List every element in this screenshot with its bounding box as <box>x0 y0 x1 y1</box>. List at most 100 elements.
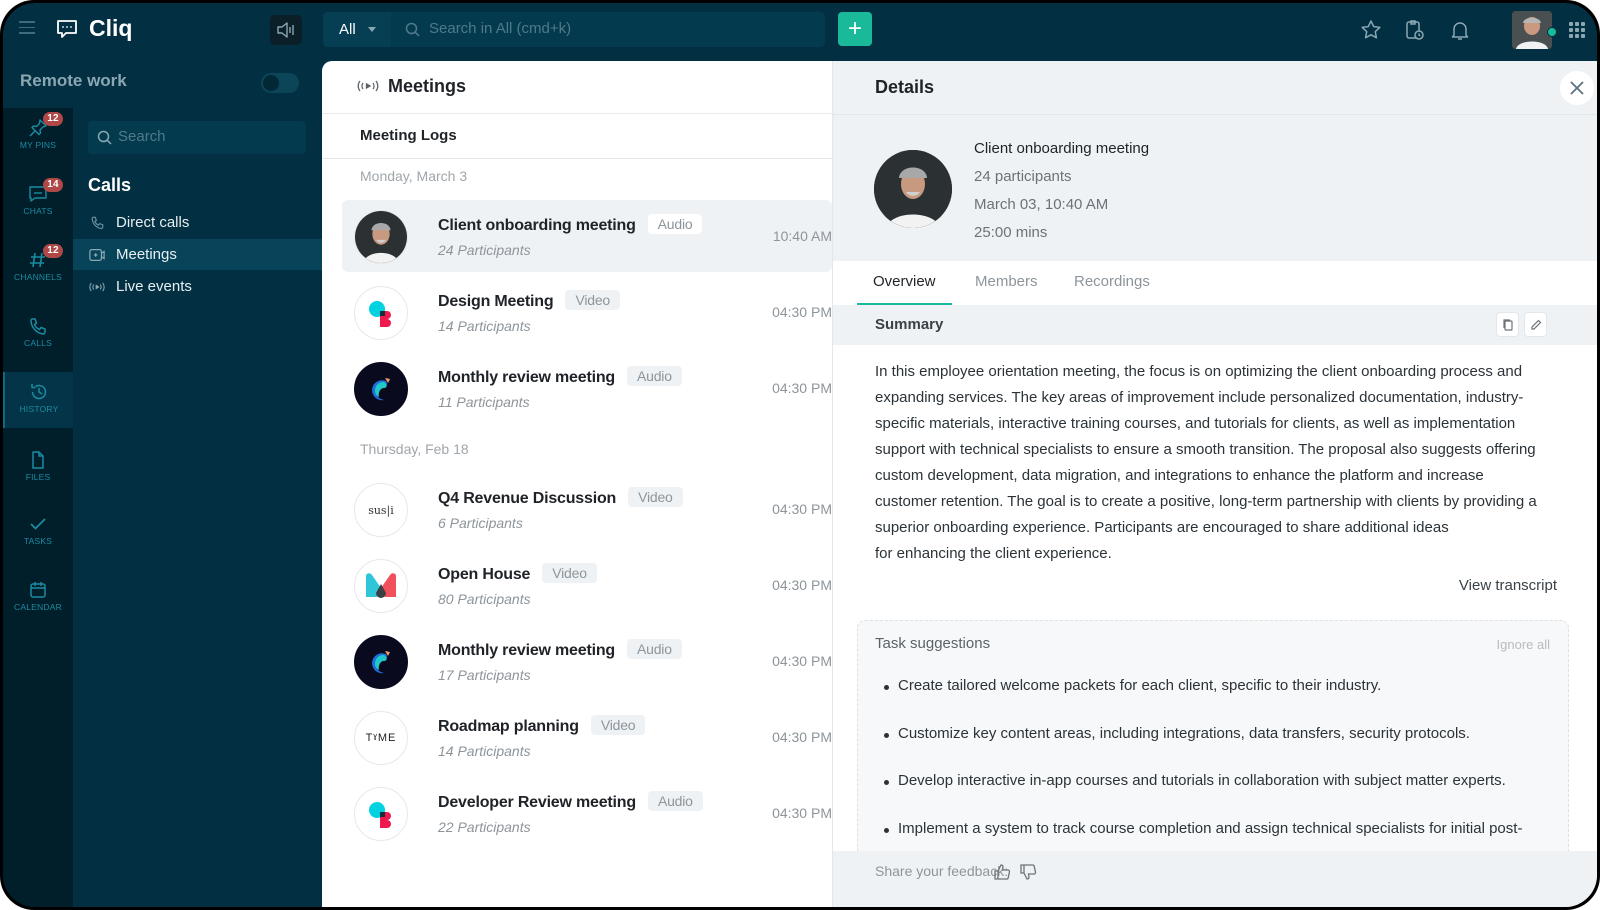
overview-content: In this employee orientation meeting, th… <box>833 345 1597 860</box>
apps-grid-icon[interactable] <box>1569 22 1585 38</box>
phone-icon <box>91 216 103 230</box>
star-icon[interactable] <box>1359 18 1383 42</box>
section-title: Calls <box>88 175 132 195</box>
meetings-panel: Meetings Meeting Logs Monday, March 3 Cl… <box>322 61 832 907</box>
thumbs-down-icon[interactable] <box>1019 863 1037 881</box>
tab-members[interactable]: Members <box>959 261 1054 305</box>
meeting-name: Roadmap planning Video <box>438 715 646 736</box>
rail-item-chats[interactable]: 14 CHATS <box>3 174 73 236</box>
meeting-type-badge: Audio <box>647 791 703 811</box>
badge-channels: 12 <box>43 244 63 258</box>
meeting-type-badge: Audio <box>647 214 703 234</box>
task-suggestion-item[interactable]: Develop interactive in-app courses and t… <box>882 772 1522 820</box>
copy-button[interactable] <box>1496 312 1519 337</box>
sidebar-search[interactable]: Search <box>88 121 306 154</box>
close-button[interactable] <box>1560 71 1594 105</box>
meeting-row[interactable]: Developer Review meeting Audio 22 Partici… <box>342 777 832 849</box>
rail-label: TASKS <box>23 536 53 546</box>
meeting-row[interactable]: Design Meeting Video 14 Participants 04:3… <box>342 276 832 348</box>
edit-button[interactable] <box>1524 312 1547 337</box>
meeting-participants: 80 Participants <box>438 591 531 607</box>
view-transcript-link[interactable]: View transcript <box>1459 577 1557 594</box>
calendar-icon <box>30 582 46 598</box>
meeting-row[interactable]: Monthly review meeting Audio 11 Participa… <box>342 352 832 424</box>
meeting-name: Client onboarding meeting <box>974 140 1150 157</box>
search-scope-dropdown[interactable]: All <box>323 12 391 47</box>
rail-label: FILES <box>25 472 51 482</box>
nav-rail-column: 12 MY PINS 14 CHATS 12 CHANNELS CALLS HI… <box>3 108 73 907</box>
meeting-row[interactable]: sus|i Q4 Revenue Discussion Video 6 Parti… <box>342 473 832 545</box>
bell-icon[interactable] <box>1448 18 1472 42</box>
meeting-type-badge: Video <box>590 715 646 735</box>
tab-overview[interactable]: Overview <box>857 261 952 305</box>
copy-icon <box>1502 319 1513 331</box>
meeting-row[interactable]: TˠME Roadmap planning Video 14 Participan… <box>342 701 832 773</box>
sidebar-item-live-events[interactable]: Live events <box>73 271 323 302</box>
tyme-logo-avatar: TˠME <box>354 711 408 765</box>
rail-item-calendar[interactable]: CALENDAR <box>3 570 73 632</box>
add-button[interactable]: + <box>838 12 872 46</box>
task-suggestion-item[interactable]: Create tailored welcome packets for each… <box>882 677 1522 725</box>
close-icon <box>1570 81 1584 95</box>
rail-item-tasks[interactable]: TASKS <box>3 504 73 566</box>
task-suggestions-box: Task suggestions Ignore all Create tailo… <box>857 620 1569 860</box>
meeting-type-badge: Audio <box>626 366 682 386</box>
meeting-name: Q4 Revenue Discussion Video <box>438 487 683 508</box>
meeting-name: Open House Video <box>438 563 597 584</box>
meeting-time: 04:30 PM <box>772 653 832 669</box>
summary-line: for enhancing the client experience. <box>875 545 1112 562</box>
design-logo-avatar <box>354 787 408 841</box>
search-scope-label: All <box>339 21 356 38</box>
meeting-time: 04:30 PM <box>772 501 832 517</box>
meeting-time: 04:30 PM <box>772 577 832 593</box>
summary-label: Summary <box>875 316 944 333</box>
meeting-row[interactable]: Open House Video 80 Participants 04:30 PM <box>342 549 832 621</box>
meeting-name: Monthly review meeting Audio <box>438 366 682 387</box>
hamburger-menu-icon[interactable] <box>19 21 35 35</box>
clipboard-clock-icon[interactable] <box>1403 18 1427 42</box>
meeting-type-badge: Video <box>565 290 620 310</box>
ignore-all-button[interactable]: Ignore all <box>1497 637 1550 652</box>
check-icon <box>30 518 46 530</box>
meeting-participants: 24 participants <box>974 168 1072 185</box>
meeting-type-badge: Audio <box>626 639 682 659</box>
feedback-bar: Share your feedback: <box>833 851 1597 907</box>
meeting-type-badge: Video <box>542 563 597 583</box>
details-tabs: Overview Members Recordings <box>833 261 1597 305</box>
meeting-datetime: March 03, 10:40 AM <box>974 196 1109 213</box>
meeting-host-avatar <box>874 150 952 228</box>
rail-item-my-pins[interactable]: 12 MY PINS <box>3 108 73 170</box>
broadcast-icon <box>89 282 105 291</box>
app-name: Cliq <box>89 15 133 41</box>
rail-label: HISTORY <box>19 404 59 414</box>
badge-chats: 14 <box>43 178 63 192</box>
window-frame: Cliq All Search in All (cmd+k) + Remote … <box>0 0 1600 910</box>
summary-header: Summary <box>833 305 1597 345</box>
rail-item-channels[interactable]: 12 CHANNELS <box>3 240 73 302</box>
design-logo-avatar <box>354 286 408 340</box>
sidebar-item-meetings[interactable]: Meetings <box>73 239 323 270</box>
user-avatar[interactable] <box>1512 11 1552 49</box>
chameleon-logo-avatar <box>354 635 408 689</box>
search-input[interactable]: Search in All (cmd+k) <box>429 20 571 37</box>
meeting-row[interactable]: Client onboarding meeting Audio 24 Partic… <box>342 200 832 272</box>
rail-item-calls[interactable]: CALLS <box>3 306 73 368</box>
rail-label: CHANNELS <box>14 272 62 282</box>
global-search[interactable]: All Search in All (cmd+k) <box>323 12 825 47</box>
sidebar-search-input[interactable]: Search <box>118 128 166 145</box>
meeting-logs-header: Meeting Logs <box>322 115 832 159</box>
person-photo-avatar <box>354 210 408 264</box>
task-suggestion-item[interactable]: Customize key content areas, including i… <box>882 725 1522 773</box>
speaker-button[interactable] <box>270 15 302 45</box>
workspace-toggle[interactable] <box>261 73 299 93</box>
top-bar: Cliq All Search in All (cmd+k) + <box>3 3 1597 58</box>
thumbs-up-icon[interactable] <box>993 863 1011 881</box>
meeting-row[interactable]: Monthly review meeting Audio 17 Participa… <box>342 625 832 697</box>
meeting-participants: 11 Participants <box>438 394 530 410</box>
sidebar-item-label: Direct calls <box>116 214 190 231</box>
date-header: Thursday, Feb 18 <box>360 441 469 457</box>
tab-recordings[interactable]: Recordings <box>1058 261 1166 305</box>
sidebar-item-direct-calls[interactable]: Direct calls <box>73 207 323 238</box>
rail-item-files[interactable]: FILES <box>3 440 73 502</box>
rail-item-history[interactable]: HISTORY <box>3 372 73 428</box>
